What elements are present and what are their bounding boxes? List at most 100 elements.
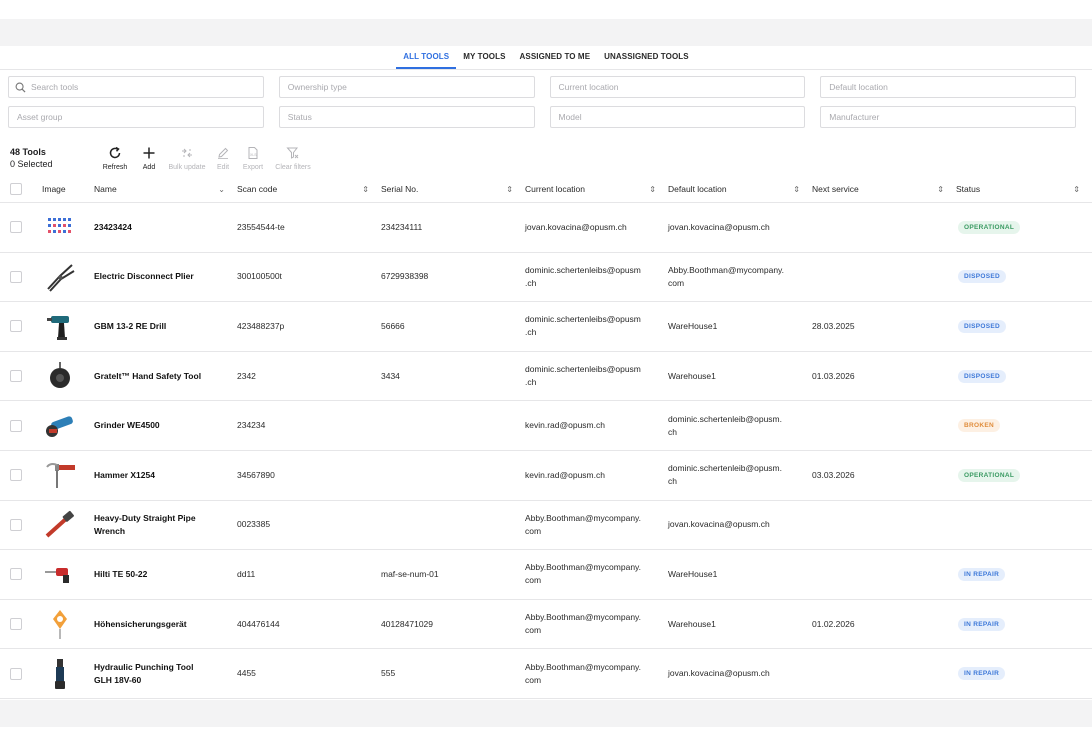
tool-name: Heavy-Duty Straight Pipe Wrench <box>94 512 196 536</box>
table-row[interactable]: Hydraulic Punching Tool GLH 18V-60 4455 55… <box>0 649 1092 699</box>
hammer-drill-icon <box>42 556 78 592</box>
status-badge: IN REPAIR <box>958 667 1006 681</box>
model-filter[interactable]: Model <box>549 106 806 128</box>
current-location-filter[interactable]: Current location <box>549 76 806 98</box>
tab-my-tools[interactable]: MY TOOLS <box>456 46 512 69</box>
row-checkbox[interactable] <box>10 320 22 333</box>
table-row[interactable]: Heavy-Duty Straight Pipe Wrench 0023385 Ab… <box>0 501 1092 551</box>
default-location: Warehouse1 <box>668 618 716 629</box>
default-location: WareHouse1 <box>668 320 718 331</box>
asset-group-filter[interactable]: Asset group <box>8 106 264 128</box>
tool-tabs: ALL TOOLS MY TOOLS ASSIGNED TO ME UNASSIGNE… <box>0 46 1092 70</box>
status-filter[interactable]: Status <box>278 106 535 128</box>
tool-name: Hammer X1254 <box>94 469 155 480</box>
column-header-name[interactable]: Name ⌄ <box>94 184 237 194</box>
export-button[interactable]: XLS Export <box>236 145 270 171</box>
row-checkbox[interactable] <box>10 221 22 234</box>
row-checkbox[interactable] <box>10 370 22 383</box>
default-location: jovan.kovacina@opusm.ch <box>668 221 770 232</box>
column-header-current-location-label: Current location <box>525 184 586 194</box>
table-row[interactable]: GBM 13-2 RE Drill 423488237p 56666 dominic.… <box>0 302 1092 352</box>
refresh-label: Refresh <box>102 164 128 171</box>
column-header-serial-no[interactable]: Serial No. ⇕ <box>381 184 525 194</box>
clear-filter-icon <box>286 147 299 159</box>
default-location-filter[interactable]: Default location <box>820 76 1076 98</box>
ownership-type-filter[interactable]: Ownership type <box>278 76 535 98</box>
next-service: 03.03.2026 <box>812 469 855 480</box>
column-header-next-service-label: Next service <box>812 184 859 194</box>
table-row[interactable]: Grinder WE4500 234234 kevin.rad@opusm.ch do… <box>0 401 1092 451</box>
bulk-update-icon <box>182 148 192 158</box>
current-location: Abby.Boothman@mycompany. com <box>525 562 642 586</box>
current-location: Abby.Boothman@mycompany. com <box>525 512 642 536</box>
tab-unassigned-tools[interactable]: UNASSIGNED TOOLS <box>597 46 696 69</box>
row-checkbox[interactable] <box>10 469 22 482</box>
current-location: kevin.rad@opusm.ch <box>525 469 605 480</box>
sort-icon: ⇕ <box>649 184 656 194</box>
clear-filters-label: Clear filters <box>275 164 311 171</box>
column-header-scan-code[interactable]: Scan code ⇕ <box>237 184 381 194</box>
column-header-scan-code-label: Scan code <box>237 184 278 194</box>
manufacturer-filter[interactable]: Manufacturer <box>820 106 1076 128</box>
grinder-icon <box>42 408 78 444</box>
column-header-status[interactable]: Status ⇕ <box>956 184 1092 194</box>
column-header-next-service[interactable]: Next service ⇕ <box>812 184 956 194</box>
column-header-status-label: Status <box>956 184 981 194</box>
table-row[interactable]: Hammer X1254 34567890 kevin.rad@opusm.ch do… <box>0 451 1092 501</box>
tools-table: Image Name ⌄ Scan code ⇕ Serial No. ⇕ Curre… <box>0 176 1092 699</box>
edit-icon <box>218 147 229 159</box>
table-row[interactable]: Höhensicherungsgerät 404476144 40128471029… <box>0 600 1092 650</box>
status-badge: DISPOSED <box>958 319 1006 333</box>
bulk-update-button[interactable]: Bulk update <box>164 145 210 171</box>
table-row[interactable]: Electric Disconnect Plier 300100500t 67299… <box>0 253 1092 303</box>
tool-name: Grinder WE4500 <box>94 420 160 431</box>
search-input[interactable]: Search tools <box>8 76 264 98</box>
tool-name: Höhensicherungsgerät <box>94 618 187 629</box>
plier-icon <box>42 259 78 295</box>
table-row[interactable]: Gratelt™ Hand Safety Tool 2342 3434 dominic… <box>0 352 1092 402</box>
tool-name: Hydraulic Punching Tool GLH 18V-60 <box>94 661 194 685</box>
status-badge: BROKEN <box>958 419 1000 433</box>
fall-arrester-icon <box>42 606 78 642</box>
column-header-default-location[interactable]: Default location ⇕ <box>668 184 812 194</box>
sort-icon: ⇕ <box>506 184 513 194</box>
refresh-button[interactable]: Refresh <box>98 145 132 171</box>
serial-number: 555 <box>381 668 396 679</box>
row-checkbox[interactable] <box>10 518 22 531</box>
sort-icon: ⇕ <box>937 184 944 194</box>
row-checkbox[interactable] <box>10 667 22 680</box>
top-bar <box>0 19 1092 46</box>
add-button[interactable]: Add <box>134 145 164 171</box>
clear-filters-button[interactable]: Clear filters <box>270 145 316 171</box>
current-location: jovan.kovacina@opusm.ch <box>525 221 627 232</box>
table-row[interactable]: 23423424 23554544-te 234234111 jovan.kovaci… <box>0 203 1092 253</box>
select-all-checkbox[interactable] <box>10 183 22 195</box>
sort-icon: ⇕ <box>793 184 800 194</box>
row-checkbox[interactable] <box>10 419 22 432</box>
bottom-bar <box>0 700 1092 727</box>
export-file-icon: XLS <box>248 147 258 159</box>
column-header-default-location-label: Default location <box>668 184 727 194</box>
status-badge: DISPOSED <box>958 270 1006 284</box>
serial-number: 56666 <box>381 320 405 331</box>
serial-number: 3434 <box>381 370 400 381</box>
table-row[interactable]: Hilti TE 50-22 dd11 maf-se-num-01 Abby.Boot… <box>0 550 1092 600</box>
tab-assigned-to-me[interactable]: ASSIGNED TO ME <box>513 46 598 69</box>
scan-code: 0023385 <box>237 519 271 530</box>
row-checkbox[interactable] <box>10 270 22 283</box>
edit-label: Edit <box>216 164 230 171</box>
tab-all-tools[interactable]: ALL TOOLS <box>396 46 457 69</box>
row-checkbox[interactable] <box>10 568 22 581</box>
scan-code: 234234 <box>237 420 266 431</box>
default-location: Warehouse1 <box>668 370 716 381</box>
column-header-current-location[interactable]: Current location ⇕ <box>525 184 668 194</box>
chevron-down-icon: ⌄ <box>218 184 225 194</box>
row-checkbox[interactable] <box>10 618 22 631</box>
table-body: 23423424 23554544-te 234234111 jovan.kovaci… <box>0 203 1092 699</box>
default-location: Abby.Boothman@mycompany. com <box>668 264 785 288</box>
bulk-update-label: Bulk update <box>168 164 206 171</box>
scan-code: 423488237p <box>237 320 285 331</box>
current-location: dominic.schertenleibs@opusm .ch <box>525 364 641 388</box>
column-header-image: Image <box>42 184 66 194</box>
edit-button[interactable]: Edit <box>210 145 236 171</box>
